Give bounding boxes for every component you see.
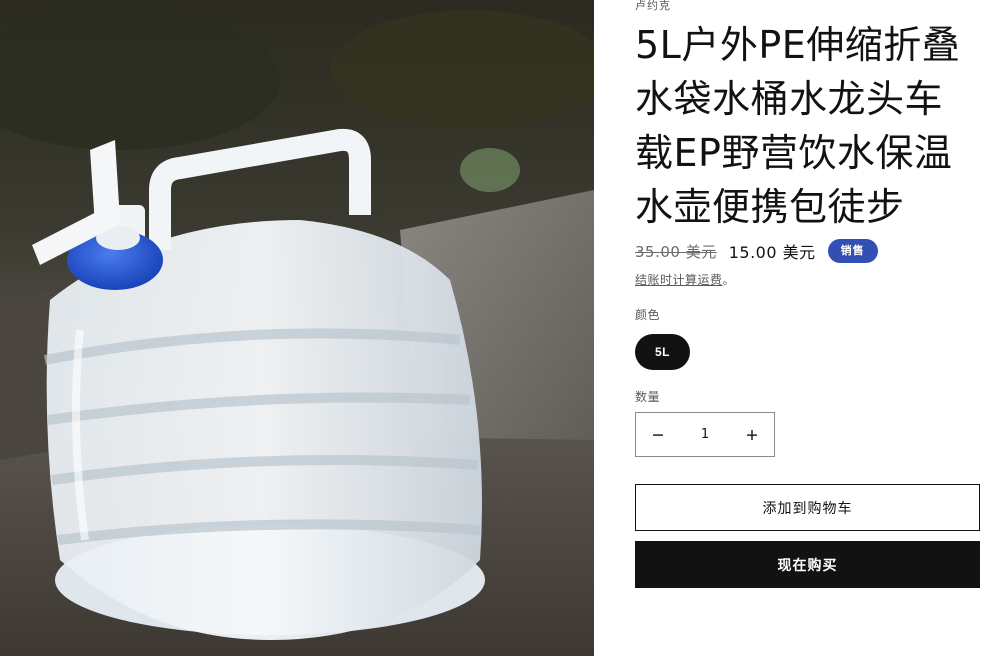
- variant-label: 颜色: [635, 308, 661, 322]
- sale-badge: 销售: [827, 239, 878, 263]
- product-image[interactable]: [0, 0, 594, 656]
- price-row: 35.00 美元 15.00 美元 销售: [635, 238, 878, 264]
- shipping-policy-link[interactable]: 结账时计算运费: [635, 273, 723, 287]
- variant-option-5l[interactable]: 5L: [635, 334, 691, 370]
- quantity-label: 数量: [635, 390, 661, 404]
- shipping-suffix: 。: [722, 273, 736, 287]
- vendor-name: 卢约克: [635, 0, 671, 12]
- quantity-input[interactable]: [681, 426, 729, 443]
- sale-price: 15.00 美元: [728, 243, 816, 262]
- shipping-note: 结账时计算运费。: [635, 271, 735, 288]
- compare-price: 35.00 美元: [635, 242, 717, 261]
- add-to-cart-button[interactable]: 添加到购物车: [635, 484, 980, 531]
- product-title: 5L户外PE伸缩折叠水袋水桶水龙头车载EP野营饮水保温水壶便携包徒步: [635, 23, 961, 229]
- quantity-increase-button[interactable]: [730, 413, 774, 456]
- minus-icon: [653, 433, 663, 436]
- buy-now-button[interactable]: 现在购买: [635, 541, 980, 588]
- quantity-stepper: [635, 412, 775, 457]
- quantity-decrease-button[interactable]: [636, 413, 680, 456]
- plus-icon: [747, 429, 757, 440]
